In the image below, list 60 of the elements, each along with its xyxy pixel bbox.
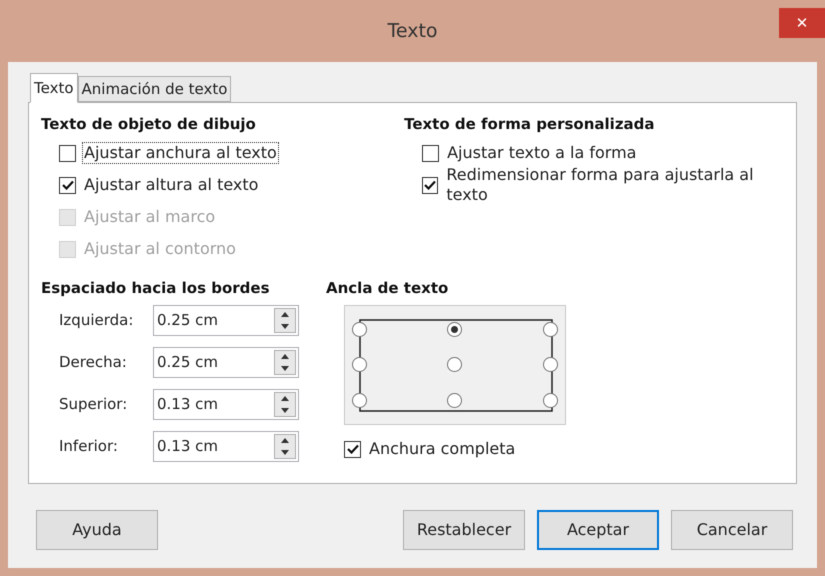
field-label: Superior: (59, 394, 128, 416)
up-arrow-icon (281, 396, 289, 402)
spin-field[interactable]: 0.25 cm (153, 305, 299, 336)
dialog-button[interactable]: Aceptar (537, 510, 659, 550)
spin-buttons[interactable] (274, 392, 296, 417)
value-input[interactable]: 0.25 cm (154, 309, 272, 332)
value-input[interactable]: 0.13 cm (154, 393, 272, 416)
field-label: Izquierda: (59, 310, 134, 332)
anchor-radio[interactable] (542, 392, 558, 408)
dialog-button[interactable]: Cancelar (671, 510, 793, 550)
anchor-radio[interactable] (352, 392, 367, 408)
close-button[interactable]: ✕ (779, 8, 825, 38)
checkbox-label: Ajustar anchura al texto (83, 143, 278, 163)
down-arrow-icon (281, 450, 289, 455)
anchor-radio[interactable] (447, 357, 462, 372)
checkbox-label: Ajustar al contorno (83, 239, 237, 259)
anchor-radio[interactable] (447, 392, 462, 408)
spin-field[interactable]: 0.13 cm (153, 431, 299, 462)
down-arrow-icon (281, 408, 289, 413)
checkmark-icon (62, 180, 74, 190)
value-input[interactable]: 0.25 cm (154, 351, 272, 374)
checkmark-icon (346, 444, 358, 454)
section-heading: Espaciado hacia los bordes (41, 278, 271, 299)
up-arrow-icon (281, 438, 289, 444)
checkbox[interactable] (59, 144, 76, 162)
window-title: Texto (387, 18, 438, 44)
anchor-radio[interactable] (447, 322, 462, 338)
down-arrow-icon (281, 366, 289, 371)
up-arrow-icon (281, 354, 289, 360)
checkbox[interactable] (422, 144, 440, 162)
field-label: Derecha: (59, 352, 128, 374)
checkbox-label: Anchura completa (368, 439, 516, 459)
checkbox[interactable] (59, 176, 76, 194)
section-heading: Texto de objeto de dibujo (41, 114, 257, 135)
section-heading: Texto de forma personalizada (404, 114, 656, 135)
section-heading: Ancla de texto (326, 278, 450, 299)
up-arrow-icon (281, 312, 289, 318)
spin-buttons[interactable] (274, 350, 296, 375)
value-input[interactable]: 0.13 cm (154, 435, 272, 458)
spin-buttons[interactable] (274, 434, 296, 459)
anchor-radio[interactable] (352, 357, 367, 372)
anchor-radio[interactable] (542, 322, 558, 338)
tab[interactable]: Texto (30, 73, 78, 103)
checkbox[interactable] (422, 176, 438, 194)
down-arrow-icon (281, 324, 289, 329)
dialog-button[interactable]: Restablecer (403, 510, 525, 550)
checkbox-label: Ajustar altura al texto (83, 175, 260, 195)
spin-field[interactable]: 0.13 cm (153, 389, 299, 420)
anchor-radio[interactable] (542, 357, 558, 372)
checkbox-label: Redimensionar forma para ajustarla al texto (445, 165, 755, 205)
dialog-button[interactable]: Ayuda (36, 510, 158, 550)
spin-buttons[interactable] (274, 308, 296, 333)
anchor-radio[interactable] (352, 322, 367, 338)
spin-field[interactable]: 0.25 cm (153, 347, 299, 378)
tab[interactable]: Animación de texto (78, 76, 232, 102)
checkbox[interactable] (344, 440, 361, 458)
checkbox-label: Ajustar al marco (83, 207, 216, 227)
checkmark-icon (424, 180, 436, 190)
checkbox-label: Ajustar texto a la forma (446, 143, 638, 163)
field-label: Inferior: (59, 436, 119, 458)
